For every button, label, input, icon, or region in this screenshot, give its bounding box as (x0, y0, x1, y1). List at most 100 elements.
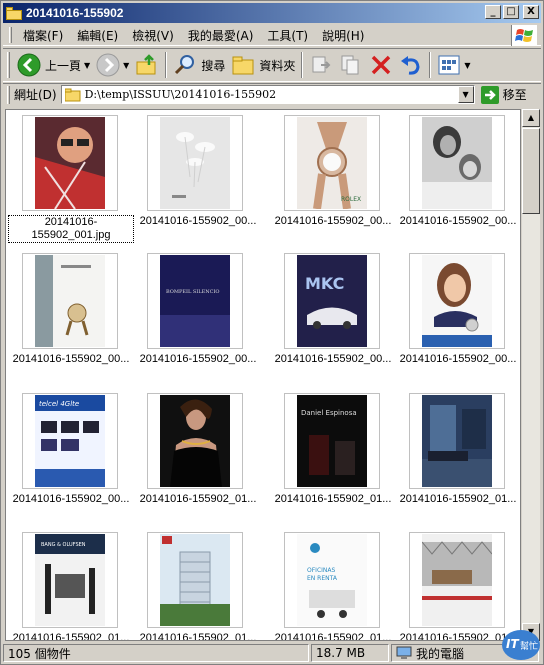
file-thumbnail[interactable]: 20141016-155902_00... (395, 115, 520, 245)
file-thumbnail[interactable]: 20141016-155902_01... (395, 532, 520, 640)
art-bang-text: BANG & OLUFSEN (41, 542, 86, 548)
badge-brand: IT (506, 637, 519, 651)
title-bar[interactable]: 20141016-155902 _ □ X (3, 3, 541, 23)
thumbnail-frame (22, 115, 118, 211)
file-name-label[interactable]: 20141016-155902_00... (270, 353, 396, 365)
file-thumbnail[interactable]: 20141016-155902_01... (135, 532, 261, 640)
file-thumbnail[interactable]: MKC 20141016-155902_00... (270, 253, 396, 383)
toolbar-grip[interactable] (7, 52, 10, 78)
file-name-label[interactable]: 20141016-155902_01... (8, 632, 134, 640)
minimize-button[interactable]: _ (485, 5, 501, 19)
file-name-label[interactable]: 20141016-155902_00... (395, 215, 520, 227)
scroll-up-button[interactable]: ▲ (522, 109, 540, 127)
file-thumbnail-view[interactable]: 20141016-155902_001.jpg 20141016-155902_0… (5, 109, 521, 641)
status-object-count: 105 個物件 (3, 644, 309, 662)
file-thumbnail[interactable]: BOMPEIL SILENCIO 20141016-155902_00... (135, 253, 261, 383)
toolbar-separator (165, 52, 168, 78)
undo-icon (401, 56, 420, 75)
go-button[interactable]: 移至 (480, 85, 527, 104)
file-name-label[interactable]: 20141016-155902_01... (270, 632, 396, 640)
menu-help[interactable]: 說明(H) (315, 25, 371, 46)
close-button[interactable]: X (523, 5, 539, 19)
file-thumbnail[interactable]: 20141016-155902_01... (135, 393, 261, 523)
vertical-scrollbar[interactable]: ▲ ▼ (522, 109, 540, 641)
thumbnail-image (160, 395, 230, 487)
file-name-label[interactable]: 20141016-155902_00... (135, 215, 261, 227)
address-grip[interactable] (7, 85, 10, 104)
menu-file[interactable]: 檔案(F) (16, 25, 70, 46)
thumbnail-image (422, 117, 492, 209)
thumbnail-image (422, 534, 492, 626)
go-arrow-icon (480, 85, 499, 104)
views-dropdown-icon[interactable]: ▼ (464, 61, 470, 70)
file-thumbnail[interactable]: 20141016-155902_00... (8, 253, 134, 383)
art-telcel-text: telcel 4Glte (39, 400, 79, 408)
back-dropdown-icon[interactable]: ▼ (84, 61, 90, 70)
thumbnail-image (422, 395, 492, 487)
thumbnail-frame: ROLEX (284, 115, 380, 211)
it-bangmang-logo: IT 幫忙 (501, 627, 541, 661)
file-thumbnail[interactable]: 20141016-155902_01... (395, 393, 520, 523)
forward-dropdown-icon[interactable]: ▼ (123, 61, 129, 70)
file-name-label[interactable]: 20141016-155902_00... (8, 493, 134, 505)
back-label: 上一頁 (45, 58, 82, 73)
file-name-label[interactable]: 20141016-155902_00... (270, 215, 396, 227)
file-name-label[interactable]: 20141016-155902_01... (135, 493, 261, 505)
menu-view[interactable]: 檢視(V) (125, 25, 181, 46)
file-thumbnail[interactable]: BANG & OLUFSEN 20141016-155902_01... (8, 532, 134, 640)
windows-logo-icon (511, 25, 537, 46)
views-button[interactable]: ▼ (434, 51, 473, 79)
menu-favorites[interactable]: 我的最愛(A) (181, 25, 261, 46)
art-daniel-text: Daniel Espinosa (301, 409, 357, 417)
thumbnail-image: BANG & OLUFSEN (35, 534, 105, 626)
file-name-label[interactable]: 20141016-155902_001.jpg (8, 215, 134, 243)
delete-icon (372, 55, 391, 75)
file-name-label[interactable]: 20141016-155902_01... (270, 493, 396, 505)
file-name-label[interactable]: 20141016-155902_01... (395, 493, 520, 505)
file-name-label[interactable]: 20141016-155902_00... (395, 353, 520, 365)
scroll-thumb[interactable] (522, 128, 540, 214)
back-arrow-icon (17, 53, 41, 77)
move-to-button[interactable] (306, 51, 336, 79)
file-thumbnail[interactable]: 20141016-155902_001.jpg (8, 115, 134, 245)
file-thumbnail[interactable]: 20141016-155902_00... (135, 115, 261, 245)
thumbnail-image (35, 255, 105, 347)
copy-to-button[interactable] (336, 51, 366, 79)
menu-tools[interactable]: 工具(T) (260, 25, 315, 46)
file-thumbnail[interactable]: ROLEX 20141016-155902_00... (270, 115, 396, 245)
computer-icon (396, 646, 412, 659)
file-name-label[interactable]: 20141016-155902_00... (135, 353, 261, 365)
file-name-label[interactable]: 20141016-155902_01... (135, 632, 261, 640)
maximize-button[interactable]: □ (503, 5, 519, 19)
thumbnail-frame: telcel 4Glte (22, 393, 118, 489)
back-button[interactable]: 上一頁 ▼ (14, 51, 93, 79)
forward-button[interactable]: ▼ (93, 51, 132, 79)
move-to-icon (312, 56, 331, 73)
file-thumbnail[interactable]: Daniel Espinosa 20141016-155902_01... (270, 393, 396, 523)
thumbnail-image: OFICINAS EN RENTA (297, 534, 367, 626)
file-thumbnail[interactable]: telcel 4Glte 20141016-155902_00... (8, 393, 134, 523)
delete-button[interactable] (366, 51, 396, 79)
art-rolex-text: ROLEX (341, 196, 361, 203)
folders-button[interactable]: 資料夾 (228, 51, 298, 79)
menu-edit[interactable]: 編輯(E) (70, 25, 125, 46)
up-folder-button[interactable] (132, 51, 162, 79)
undo-button[interactable] (396, 51, 426, 79)
badge-sub: 幫忙 (520, 640, 538, 652)
address-path: D:\temp\ISSUU\20141016-155902 (84, 88, 277, 101)
thumbnail-frame (409, 253, 505, 349)
address-dropdown-button[interactable]: ▼ (457, 86, 474, 103)
file-name-label[interactable]: 20141016-155902_00... (8, 353, 134, 365)
art-mkc-text: MKC (305, 274, 344, 293)
address-input[interactable]: D:\temp\ISSUU\20141016-155902 ▼ (60, 85, 475, 104)
menu-grip[interactable] (9, 27, 12, 43)
folder-icon (64, 88, 81, 101)
thumbnail-frame: Daniel Espinosa (284, 393, 380, 489)
art-offices-text: OFICINAS (307, 567, 335, 574)
file-thumbnail[interactable]: OFICINAS EN RENTA 20141016-155902_01... (270, 532, 396, 640)
search-button[interactable]: 搜尋 (170, 51, 228, 79)
forward-arrow-icon (96, 53, 120, 77)
thumbnail-image (422, 255, 492, 347)
thumbnail-image (160, 534, 230, 626)
file-thumbnail[interactable]: 20141016-155902_00... (395, 253, 520, 383)
